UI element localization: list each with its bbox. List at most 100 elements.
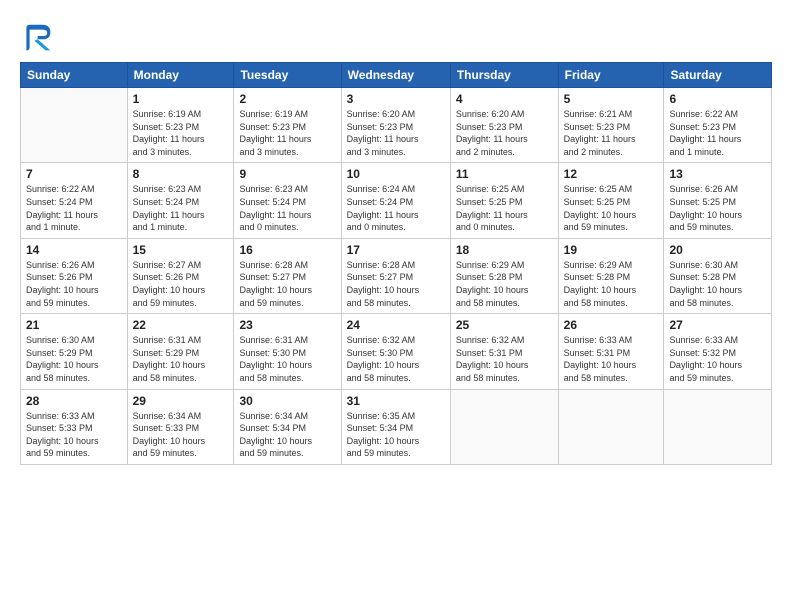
calendar-cell: 13 Sunrise: 6:26 AM Sunset: 5:25 PM Dayli… — [664, 163, 772, 238]
page-header — [20, 16, 772, 52]
day-info: Sunrise: 6:31 AM Sunset: 5:29 PM Dayligh… — [133, 334, 229, 384]
calendar-cell: 17 Sunrise: 6:28 AM Sunset: 5:27 PM Dayli… — [341, 238, 450, 313]
day-info: Sunrise: 6:27 AM Sunset: 5:26 PM Dayligh… — [133, 259, 229, 309]
day-info: Sunrise: 6:23 AM Sunset: 5:24 PM Dayligh… — [133, 183, 229, 233]
calendar-cell — [21, 88, 128, 163]
calendar-cell — [558, 389, 664, 464]
day-number: 22 — [133, 318, 229, 332]
day-info: Sunrise: 6:29 AM Sunset: 5:28 PM Dayligh… — [456, 259, 553, 309]
day-info: Sunrise: 6:25 AM Sunset: 5:25 PM Dayligh… — [456, 183, 553, 233]
calendar-cell: 27 Sunrise: 6:33 AM Sunset: 5:32 PM Dayli… — [664, 314, 772, 389]
calendar-cell: 5 Sunrise: 6:21 AM Sunset: 5:23 PM Daylig… — [558, 88, 664, 163]
page-container: SundayMondayTuesdayWednesdayThursdayFrid… — [0, 0, 792, 475]
day-number: 13 — [669, 167, 766, 181]
day-number: 3 — [347, 92, 445, 106]
day-info: Sunrise: 6:22 AM Sunset: 5:23 PM Dayligh… — [669, 108, 766, 158]
day-number: 14 — [26, 243, 122, 257]
calendar-week-row: 21 Sunrise: 6:30 AM Sunset: 5:29 PM Dayli… — [21, 314, 772, 389]
day-number: 24 — [347, 318, 445, 332]
day-info: Sunrise: 6:28 AM Sunset: 5:27 PM Dayligh… — [347, 259, 445, 309]
weekday-header-saturday: Saturday — [664, 63, 772, 88]
day-info: Sunrise: 6:31 AM Sunset: 5:30 PM Dayligh… — [239, 334, 335, 384]
calendar-cell: 4 Sunrise: 6:20 AM Sunset: 5:23 PM Daylig… — [450, 88, 558, 163]
day-number: 25 — [456, 318, 553, 332]
calendar-cell — [450, 389, 558, 464]
calendar-cell: 1 Sunrise: 6:19 AM Sunset: 5:23 PM Daylig… — [127, 88, 234, 163]
calendar-cell: 20 Sunrise: 6:30 AM Sunset: 5:28 PM Dayli… — [664, 238, 772, 313]
day-info: Sunrise: 6:19 AM Sunset: 5:23 PM Dayligh… — [133, 108, 229, 158]
day-number: 4 — [456, 92, 553, 106]
calendar-cell: 2Sunrise: 6:19 AM Sunset: 5:23 PM Daylig… — [234, 88, 341, 163]
day-number: 7 — [26, 167, 122, 181]
day-info: Sunrise: 6:33 AM Sunset: 5:33 PM Dayligh… — [26, 410, 122, 460]
day-info: Sunrise: 6:29 AM Sunset: 5:28 PM Dayligh… — [564, 259, 659, 309]
calendar-cell: 14Sunrise: 6:26 AM Sunset: 5:26 PM Dayli… — [21, 238, 128, 313]
calendar-cell: 29 Sunrise: 6:34 AM Sunset: 5:33 PM Dayli… — [127, 389, 234, 464]
day-info: Sunrise: 6:26 AM Sunset: 5:25 PM Dayligh… — [669, 183, 766, 233]
day-number: 5 — [564, 92, 659, 106]
weekday-header-sunday: Sunday — [21, 63, 128, 88]
day-number: 23 — [239, 318, 335, 332]
weekday-header-thursday: Thursday — [450, 63, 558, 88]
calendar-cell: 16 Sunrise: 6:28 AM Sunset: 5:27 PM Dayli… — [234, 238, 341, 313]
day-info: Sunrise: 6:30 AM Sunset: 5:29 PM Dayligh… — [26, 334, 122, 384]
calendar-cell — [664, 389, 772, 464]
day-number: 11 — [456, 167, 553, 181]
day-info: Sunrise: 6:33 AM Sunset: 5:32 PM Dayligh… — [669, 334, 766, 384]
weekday-header-tuesday: Tuesday — [234, 63, 341, 88]
calendar-cell: 21 Sunrise: 6:30 AM Sunset: 5:29 PM Dayli… — [21, 314, 128, 389]
day-info: Sunrise: 6:34 AM Sunset: 5:34 PM Dayligh… — [239, 410, 335, 460]
calendar-cell: 8 Sunrise: 6:23 AM Sunset: 5:24 PM Daylig… — [127, 163, 234, 238]
day-number: 29 — [133, 394, 229, 408]
calendar-week-row: 28 Sunrise: 6:33 AM Sunset: 5:33 PM Dayli… — [21, 389, 772, 464]
day-number: 28 — [26, 394, 122, 408]
day-number: 19 — [564, 243, 659, 257]
day-info: Sunrise: 6:25 AM Sunset: 5:25 PM Dayligh… — [564, 183, 659, 233]
day-number: 20 — [669, 243, 766, 257]
day-number: 21 — [26, 318, 122, 332]
day-info: Sunrise: 6:30 AM Sunset: 5:28 PM Dayligh… — [669, 259, 766, 309]
day-number: 6 — [669, 92, 766, 106]
day-number: 27 — [669, 318, 766, 332]
day-number: 1 — [133, 92, 229, 106]
calendar-cell: 18Sunrise: 6:29 AM Sunset: 5:28 PM Dayli… — [450, 238, 558, 313]
calendar-cell: 19 Sunrise: 6:29 AM Sunset: 5:28 PM Dayli… — [558, 238, 664, 313]
day-info: Sunrise: 6:23 AM Sunset: 5:24 PM Dayligh… — [239, 183, 335, 233]
calendar-cell: 22 Sunrise: 6:31 AM Sunset: 5:29 PM Dayli… — [127, 314, 234, 389]
calendar-week-row: 14Sunrise: 6:26 AM Sunset: 5:26 PM Dayli… — [21, 238, 772, 313]
day-info: Sunrise: 6:35 AM Sunset: 5:34 PM Dayligh… — [347, 410, 445, 460]
weekday-header-wednesday: Wednesday — [341, 63, 450, 88]
calendar-cell: 15 Sunrise: 6:27 AM Sunset: 5:26 PM Dayli… — [127, 238, 234, 313]
day-info: Sunrise: 6:19 AM Sunset: 5:23 PM Dayligh… — [239, 108, 335, 158]
logo-icon — [20, 20, 52, 52]
day-number: 30 — [239, 394, 335, 408]
calendar-cell: 23 Sunrise: 6:31 AM Sunset: 5:30 PM Dayli… — [234, 314, 341, 389]
day-number: 12 — [564, 167, 659, 181]
day-info: Sunrise: 6:24 AM Sunset: 5:24 PM Dayligh… — [347, 183, 445, 233]
calendar-cell: 31 Sunrise: 6:35 AM Sunset: 5:34 PM Dayli… — [341, 389, 450, 464]
calendar-table: SundayMondayTuesdayWednesdayThursdayFrid… — [20, 62, 772, 465]
calendar-cell: 12 Sunrise: 6:25 AM Sunset: 5:25 PM Dayli… — [558, 163, 664, 238]
day-number: 16 — [239, 243, 335, 257]
calendar-cell: 10Sunrise: 6:24 AM Sunset: 5:24 PM Dayli… — [341, 163, 450, 238]
day-info: Sunrise: 6:21 AM Sunset: 5:23 PM Dayligh… — [564, 108, 659, 158]
day-number: 15 — [133, 243, 229, 257]
calendar-cell: 30 Sunrise: 6:34 AM Sunset: 5:34 PM Dayli… — [234, 389, 341, 464]
calendar-cell: 9Sunrise: 6:23 AM Sunset: 5:24 PM Daylig… — [234, 163, 341, 238]
calendar-cell: 3 Sunrise: 6:20 AM Sunset: 5:23 PM Daylig… — [341, 88, 450, 163]
day-number: 31 — [347, 394, 445, 408]
calendar-cell: 28 Sunrise: 6:33 AM Sunset: 5:33 PM Dayli… — [21, 389, 128, 464]
calendar-cell: 6 Sunrise: 6:22 AM Sunset: 5:23 PM Daylig… — [664, 88, 772, 163]
day-info: Sunrise: 6:22 AM Sunset: 5:24 PM Dayligh… — [26, 183, 122, 233]
day-number: 8 — [133, 167, 229, 181]
weekday-header-friday: Friday — [558, 63, 664, 88]
calendar-cell: 26Sunrise: 6:33 AM Sunset: 5:31 PM Dayli… — [558, 314, 664, 389]
day-info: Sunrise: 6:20 AM Sunset: 5:23 PM Dayligh… — [456, 108, 553, 158]
day-number: 17 — [347, 243, 445, 257]
day-info: Sunrise: 6:34 AM Sunset: 5:33 PM Dayligh… — [133, 410, 229, 460]
day-info: Sunrise: 6:20 AM Sunset: 5:23 PM Dayligh… — [347, 108, 445, 158]
weekday-header-row: SundayMondayTuesdayWednesdayThursdayFrid… — [21, 63, 772, 88]
day-info: Sunrise: 6:32 AM Sunset: 5:30 PM Dayligh… — [347, 334, 445, 384]
day-info: Sunrise: 6:33 AM Sunset: 5:31 PM Dayligh… — [564, 334, 659, 384]
day-info: Sunrise: 6:28 AM Sunset: 5:27 PM Dayligh… — [239, 259, 335, 309]
